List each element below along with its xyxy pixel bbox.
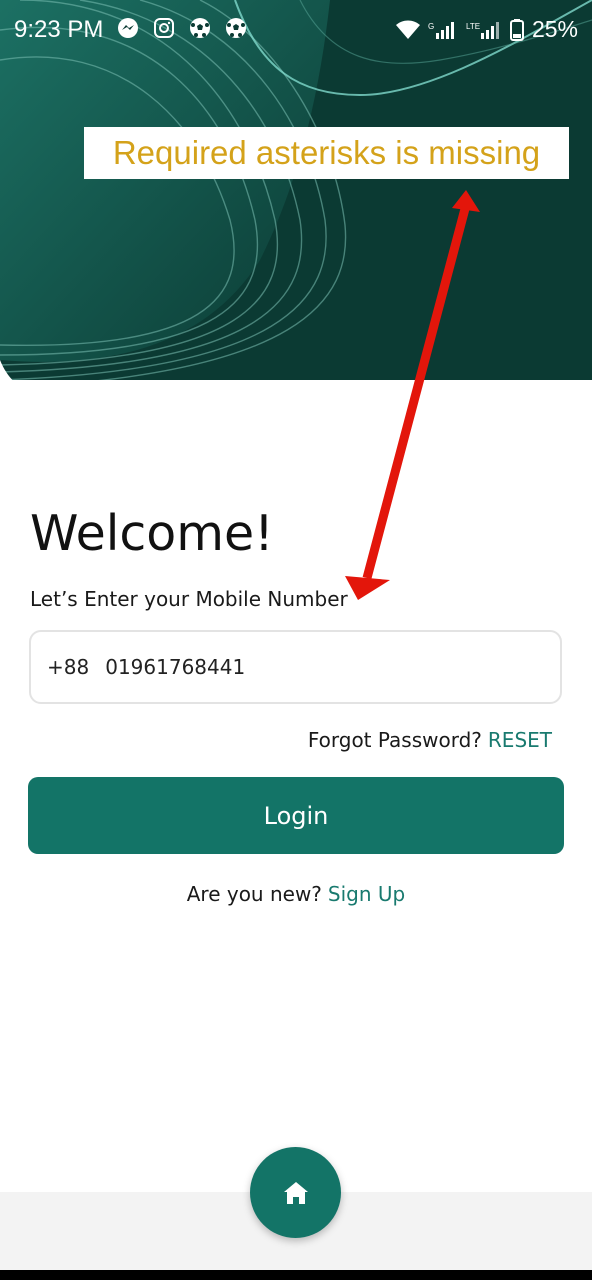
country-code[interactable]: +88 [47, 655, 89, 679]
soccer-ball-icon [226, 18, 246, 38]
reset-link[interactable]: RESET [488, 728, 552, 752]
lte-signal-icon: LTE [466, 21, 499, 39]
annotation-label: Required asterisks is missing [84, 127, 569, 179]
page-title: Welcome! [30, 505, 274, 562]
battery-icon [509, 18, 524, 41]
battery-percent: 25% [531, 16, 578, 42]
phone-field-label: Let’s Enter your Mobile Number [30, 587, 348, 611]
home-button[interactable] [250, 1147, 341, 1238]
instagram-icon [154, 18, 174, 38]
messenger-icon [118, 18, 138, 38]
signal-icon: G [428, 21, 454, 39]
signup-link[interactable]: Sign Up [328, 882, 405, 906]
wifi-icon [395, 20, 420, 39]
forgot-password-row: Forgot Password? RESET [308, 728, 552, 752]
status-time: 9:23 PM [14, 16, 104, 43]
signup-row: Are you new? Sign Up [0, 882, 592, 906]
phone-field[interactable]: +88 [29, 630, 562, 704]
login-button[interactable]: Login [28, 777, 564, 854]
home-icon [283, 1181, 308, 1204]
svg-text:LTE: LTE [466, 22, 480, 31]
forgot-password-text: Forgot Password? [307, 728, 482, 752]
phone-input[interactable] [105, 655, 506, 679]
soccer-ball-icon [190, 18, 210, 38]
system-nav-strip [0, 1270, 592, 1280]
new-user-text: Are you new? [186, 882, 322, 906]
svg-text:G: G [428, 22, 434, 31]
status-right: G LTE 25% [395, 16, 578, 43]
status-bar: 9:23 PM G LTE 25% [0, 0, 592, 62]
